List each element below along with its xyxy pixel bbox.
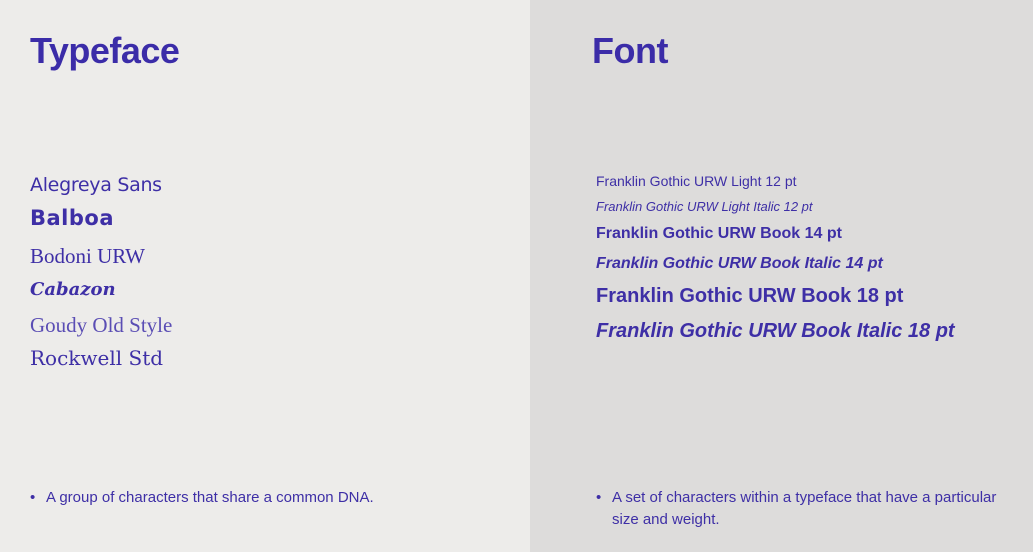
typeface-definition: • A group of characters that share a com… <box>30 487 510 509</box>
typeface-sample-goudy-old-style: Goudy Old Style <box>30 313 173 337</box>
typeface-sample-cabazon: Cabazon <box>30 279 116 300</box>
typeface-panel: Typeface Alegreya Sans Balboa Bodoni URW… <box>0 0 530 552</box>
typeface-sample-alegreya-sans: Alegreya Sans <box>30 174 162 196</box>
font-sample-book-18: Franklin Gothic URW Book 18 pt <box>596 285 904 307</box>
typeface-heading: Typeface <box>30 30 180 71</box>
font-sample-book-italic-14: Franklin Gothic URW Book Italic 14 pt <box>596 255 883 272</box>
typeface-sample-bodoni-urw: Bodoni URW <box>30 244 145 268</box>
font-sample-book-14: Franklin Gothic URW Book 14 pt <box>596 225 842 242</box>
font-definition: • A set of characters within a typeface … <box>596 487 1016 531</box>
font-sample-book-italic-18: Franklin Gothic URW Book Italic 18 pt <box>596 320 955 342</box>
bullet-icon: • <box>30 489 36 506</box>
bullet-icon: • <box>596 489 602 506</box>
font-sample-light-12: Franklin Gothic URW Light 12 pt <box>596 173 797 189</box>
typeface-definition-text: A group of characters that share a commo… <box>46 489 374 506</box>
font-heading: Font <box>592 30 668 71</box>
font-panel: Font Franklin Gothic URW Light 12 pt Fra… <box>530 0 1033 552</box>
font-sample-light-italic-12: Franklin Gothic URW Light Italic 12 pt <box>596 199 813 214</box>
typeface-sample-rockwell-std: Rockwell Std <box>30 346 164 370</box>
typeface-sample-balboa: Balboa <box>30 206 115 230</box>
font-definition-text: A set of characters within a typeface th… <box>612 489 997 528</box>
